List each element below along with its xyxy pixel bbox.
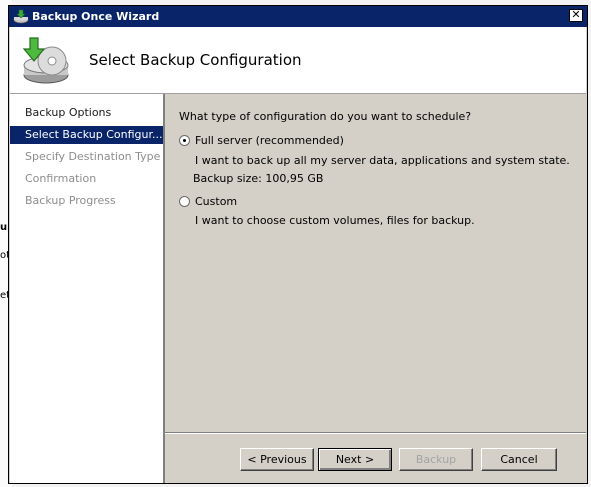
step-backup-options[interactable]: Backup Options	[10, 104, 163, 122]
step-select-backup-configuration[interactable]: Select Backup Configur...	[10, 126, 163, 144]
wizard-content: What type of configuration do you want t…	[165, 94, 586, 483]
next-button[interactable]: Next >	[318, 448, 392, 471]
backup-disk-icon	[22, 37, 69, 84]
page-title: Select Backup Configuration	[89, 51, 302, 69]
wizard-steps: Backup Options Select Backup Configur...…	[10, 94, 165, 483]
title-bar[interactable]: Backup Once Wizard ✕	[9, 6, 587, 27]
backup-size: Backup size: 100,95 GB	[193, 172, 324, 185]
custom-radio[interactable]	[179, 196, 190, 207]
wizard-window: Backup Once Wizard ✕ Select Backup Confi…	[8, 5, 588, 484]
close-button[interactable]: ✕	[569, 9, 583, 22]
previous-button[interactable]: < Previous	[240, 448, 314, 471]
custom-description: I want to choose custom volumes, files f…	[195, 214, 475, 227]
question-text: What type of configuration do you want t…	[179, 110, 472, 123]
backup-app-icon	[13, 9, 29, 24]
full-server-radio[interactable]	[179, 135, 190, 146]
cancel-button[interactable]: Cancel	[481, 448, 557, 471]
window-title: Backup Once Wizard	[32, 10, 160, 23]
step-backup-progress: Backup Progress	[25, 194, 116, 207]
button-separator	[165, 432, 586, 434]
full-server-label[interactable]: Full server (recommended)	[195, 134, 344, 147]
custom-label[interactable]: Custom	[195, 195, 237, 208]
step-confirmation: Confirmation	[25, 172, 97, 185]
full-server-description: I want to back up all my server data, ap…	[195, 154, 570, 167]
step-specify-destination-type: Specify Destination Type	[25, 150, 161, 163]
backup-button: Backup	[399, 448, 473, 471]
wizard-header: Select Backup Configuration	[10, 27, 586, 94]
